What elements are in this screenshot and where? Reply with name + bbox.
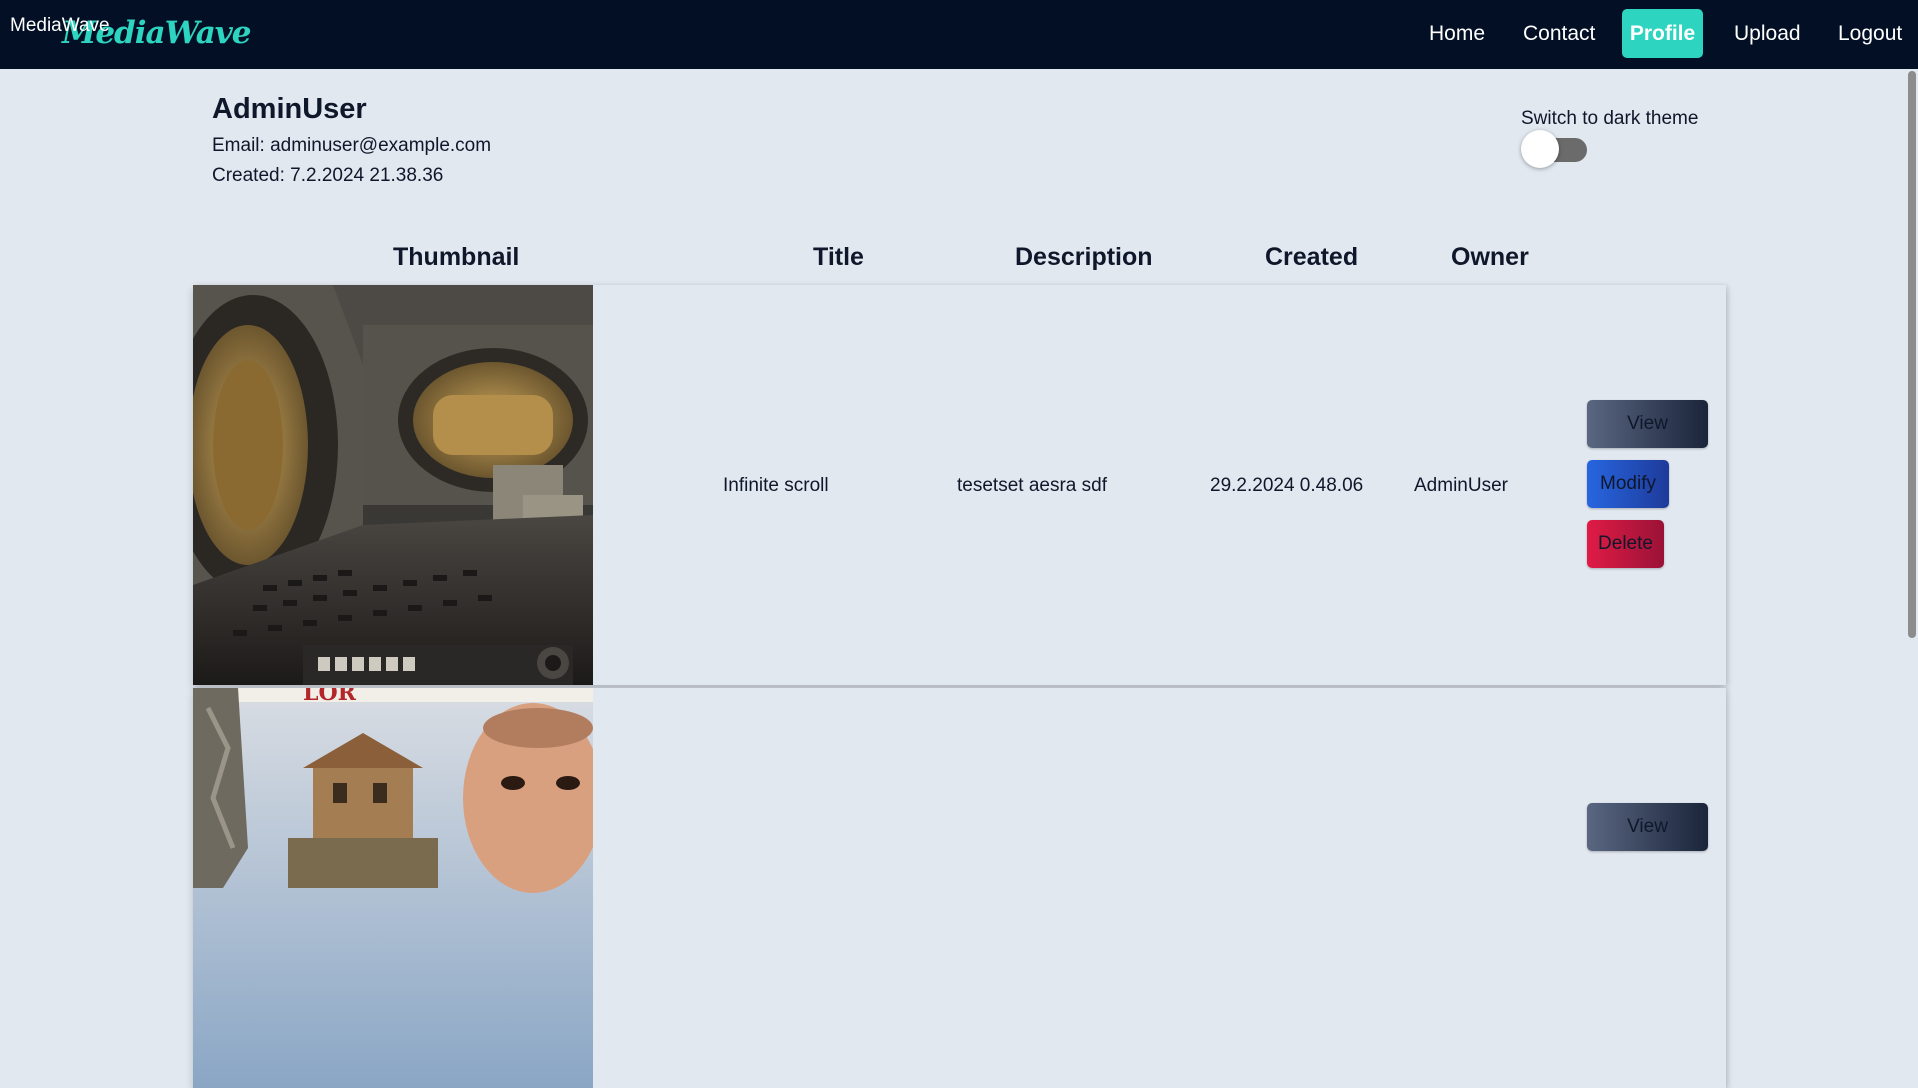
row-owner: AdminUser [1414, 475, 1508, 496]
nav-upload-link[interactable]: Upload [1734, 22, 1801, 46]
column-header-title: Title [813, 243, 864, 271]
nav-home-link[interactable]: Home [1429, 22, 1485, 46]
brand-logo-alt-text: MediaWave [10, 15, 110, 36]
theme-toggle-label: Switch to dark theme [1521, 108, 1699, 129]
column-header-thumbnail: Thumbnail [393, 243, 520, 271]
top-navbar: MediaWave MediaWave Home Contact Profile… [0, 0, 1918, 69]
table-row: LOR View [193, 688, 1726, 1088]
nav-logout-link[interactable]: Logout [1838, 22, 1902, 46]
row-description: tesetset aesra sdf [957, 475, 1107, 496]
profile-username: AdminUser [212, 93, 367, 125]
dark-theme-toggle[interactable] [1521, 130, 1588, 168]
poster-image[interactable]: LOR [193, 688, 593, 1088]
page-scrollbar[interactable] [1906, 69, 1918, 860]
delete-button[interactable]: Delete [1587, 520, 1664, 568]
nav-profile-link[interactable]: Profile [1622, 9, 1703, 58]
profile-email: Email: adminuser@example.com [212, 135, 492, 156]
toggle-knob [1521, 130, 1559, 168]
column-header-owner: Owner [1451, 243, 1529, 271]
column-header-description: Description [1015, 243, 1153, 271]
svg-text:LOR: LOR [303, 688, 357, 706]
row-created: 29.2.2024 0.48.06 [1210, 475, 1364, 496]
view-button[interactable]: View [1587, 803, 1708, 851]
view-button[interactable]: View [1587, 400, 1708, 448]
table-row: Infinite scroll tesetset aesra sdf 29.2.… [193, 285, 1726, 685]
profile-created-date: Created: 7.2.2024 21.38.36 [212, 165, 444, 186]
spaceship-interior-image[interactable] [193, 285, 593, 685]
row-title: Infinite scroll [723, 475, 829, 496]
nav-contact-link[interactable]: Contact [1523, 22, 1595, 46]
modify-button[interactable]: Modify [1587, 460, 1669, 508]
column-header-created: Created [1265, 243, 1359, 271]
scrollbar-thumb[interactable] [1908, 71, 1916, 638]
